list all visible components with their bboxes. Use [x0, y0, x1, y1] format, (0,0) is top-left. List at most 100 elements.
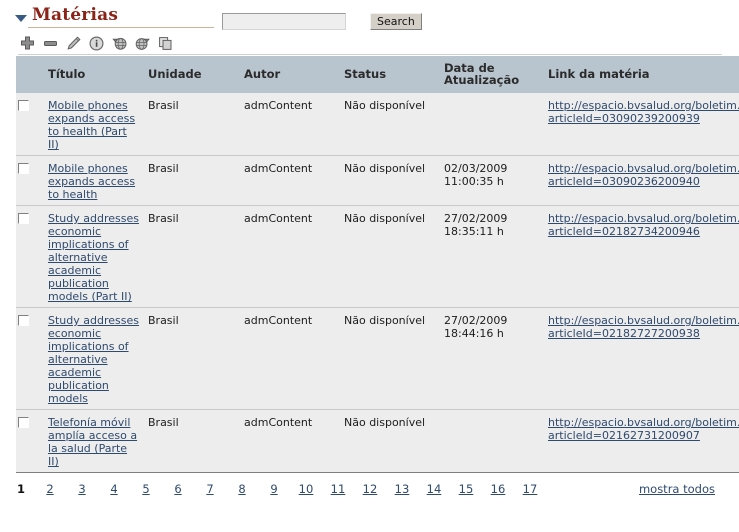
pagination-page[interactable]: 3 — [66, 482, 98, 496]
title-underline — [28, 27, 214, 28]
row-checkbox[interactable] — [18, 163, 29, 174]
cell-autor: admContent — [240, 93, 340, 156]
cell-link: http://espacio.bvsalud.org/boletim.php?a… — [544, 307, 739, 410]
column-header-titulo[interactable]: Título — [44, 56, 144, 93]
table-row: Study addresses economic implications of… — [16, 307, 739, 410]
pagination-page[interactable]: 14 — [418, 482, 450, 496]
cell-autor: admContent — [240, 307, 340, 410]
column-header-link[interactable]: Link da matéria — [544, 56, 739, 93]
page-title: Matérias — [32, 5, 119, 25]
row-select-cell — [16, 155, 44, 206]
row-checkbox[interactable] — [18, 213, 29, 224]
materia-title-link[interactable]: Study addresses economic implications of… — [48, 314, 139, 405]
search-input[interactable] — [222, 13, 346, 30]
show-all-link[interactable]: mostra todos — [639, 482, 715, 496]
pagination-list: 1 2 3 4 5 6 7 8 9 10 11 12 13 14 15 16 17 mostra todos — [8, 482, 723, 496]
materia-url-link[interactable]: http://espacio.bvsalud.org/boletim.php?a… — [548, 162, 739, 188]
row-checkbox[interactable] — [18, 417, 29, 428]
materia-title-link[interactable]: Telefonía móvil amplía acceso a la salud… — [48, 416, 137, 468]
cell-link: http://espacio.bvsalud.org/boletim.php?a… — [544, 205, 739, 308]
column-header-status[interactable]: Status — [340, 56, 440, 93]
table-body: Mobile phones expands access to health (… — [16, 93, 739, 473]
pagination-page[interactable]: 5 — [130, 482, 162, 496]
action-toolbar — [0, 30, 739, 56]
info-icon[interactable] — [87, 34, 105, 52]
table-row: Mobile phones expands access to health (… — [16, 93, 739, 156]
pagination-page[interactable]: 8 — [226, 482, 258, 496]
column-header-unidade[interactable]: Unidade — [144, 56, 240, 93]
pagination-page[interactable]: 15 — [450, 482, 482, 496]
search-button[interactable]: Search — [370, 13, 422, 30]
cell-unidade: Brasil — [144, 155, 240, 206]
cell-titulo: Mobile phones expands access to health — [44, 155, 144, 206]
pagination-page[interactable]: 9 — [258, 482, 290, 496]
cell-titulo: Study addresses economic implications of… — [44, 307, 144, 410]
cell-status: Não disponível — [340, 307, 440, 410]
toolbar-divider — [18, 54, 722, 55]
cell-autor: admContent — [240, 155, 340, 206]
cell-status: Não disponível — [340, 409, 440, 473]
row-select-cell — [16, 409, 44, 473]
cell-titulo: Study addresses economic implications of… — [44, 205, 144, 308]
cell-link: http://espacio.bvsalud.org/boletim.php?a… — [544, 93, 739, 156]
copy-icon[interactable] — [156, 34, 174, 52]
add-icon[interactable] — [18, 34, 36, 52]
pagination-page[interactable]: 4 — [98, 482, 130, 496]
pagination-page[interactable]: 11 — [322, 482, 354, 496]
table-row: Telefonía móvil amplía acceso a la salud… — [16, 409, 739, 473]
pagination-page[interactable]: 17 — [514, 482, 546, 496]
edit-pencil-icon[interactable] — [64, 34, 82, 52]
table-row: Mobile phones expands access to health B… — [16, 155, 739, 206]
cell-data: 02/03/2009 11:00:35 h — [440, 155, 544, 206]
column-header-data[interactable]: Data de Atualização — [440, 56, 544, 93]
cell-status: Não disponível — [340, 155, 440, 206]
pagination-page[interactable]: 2 — [34, 482, 66, 496]
triangle-down-icon[interactable] — [15, 15, 27, 22]
pagination-page[interactable]: 6 — [162, 482, 194, 496]
materias-page: Matérias Search Título Unidade Autor Sta… — [0, 0, 739, 502]
pagination-page[interactable]: 12 — [354, 482, 386, 496]
cell-link: http://espacio.bvsalud.org/boletim.php?a… — [544, 155, 739, 206]
row-checkbox[interactable] — [18, 100, 29, 111]
materia-title-link[interactable]: Study addresses economic implications of… — [48, 212, 139, 303]
header-row: Título Unidade Autor Status Data de Atua… — [16, 56, 739, 93]
materia-title-link[interactable]: Mobile phones expands access to health (… — [48, 99, 135, 151]
materia-url-link[interactable]: http://espacio.bvsalud.org/boletim.php?a… — [548, 416, 739, 442]
row-select-cell — [16, 307, 44, 410]
cell-autor: admContent — [240, 205, 340, 308]
cell-titulo: Mobile phones expands access to health (… — [44, 93, 144, 156]
materia-title-link[interactable]: Mobile phones expands access to health — [48, 162, 135, 201]
column-header-autor[interactable]: Autor — [240, 56, 340, 93]
cell-unidade: Brasil — [144, 93, 240, 156]
materias-table: Título Unidade Autor Status Data de Atua… — [16, 56, 739, 473]
pagination-page[interactable]: 16 — [482, 482, 514, 496]
table-row: Study addresses economic implications of… — [16, 205, 739, 308]
materia-url-link[interactable]: http://espacio.bvsalud.org/boletim.php?a… — [548, 314, 739, 340]
materia-url-link[interactable]: http://espacio.bvsalud.org/boletim.php?a… — [548, 99, 739, 125]
row-select-cell — [16, 93, 44, 156]
publish-globe-icon[interactable] — [110, 34, 128, 52]
cell-unidade: Brasil — [144, 205, 240, 308]
cell-data: 27/02/2009 18:35:11 h — [440, 205, 544, 308]
pagination-page[interactable]: 13 — [386, 482, 418, 496]
row-checkbox[interactable] — [18, 315, 29, 326]
cell-titulo: Telefonía móvil amplía acceso a la salud… — [44, 409, 144, 473]
materias-table-container: Título Unidade Autor Status Data de Atua… — [16, 56, 739, 473]
row-select-cell — [16, 205, 44, 308]
cell-status: Não disponível — [340, 93, 440, 156]
cell-data — [440, 409, 544, 473]
pagination: 1 2 3 4 5 6 7 8 9 10 11 12 13 14 15 16 17 mostra todos — [8, 482, 723, 502]
cell-data: 27/02/2009 18:44:16 h — [440, 307, 544, 410]
page-header: Matérias Search — [0, 0, 739, 30]
unpublish-globe-icon[interactable] — [133, 34, 151, 52]
cell-link: http://espacio.bvsalud.org/boletim.php?a… — [544, 409, 739, 473]
pagination-page[interactable]: 7 — [194, 482, 226, 496]
materia-url-link[interactable]: http://espacio.bvsalud.org/boletim.php?a… — [548, 212, 739, 238]
cell-data — [440, 93, 544, 156]
pagination-page-current: 1 — [16, 482, 25, 496]
cell-autor: admContent — [240, 409, 340, 473]
remove-icon[interactable] — [41, 34, 59, 52]
pagination-page[interactable]: 10 — [290, 482, 322, 496]
cell-unidade: Brasil — [144, 409, 240, 473]
cell-unidade: Brasil — [144, 307, 240, 410]
